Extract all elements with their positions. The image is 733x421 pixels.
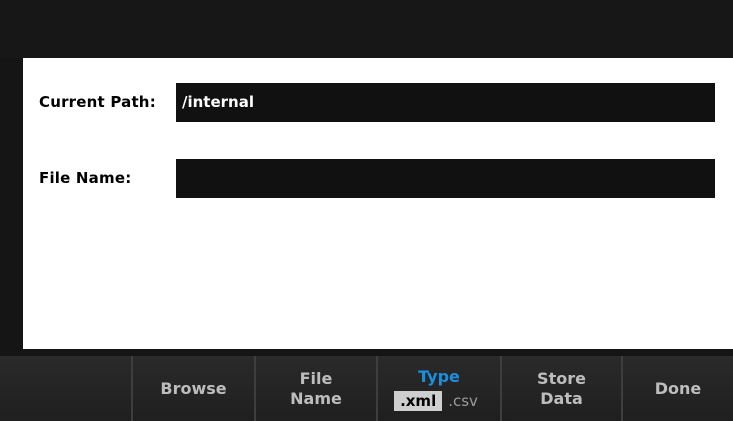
file-name-button-line1: File [299, 368, 333, 388]
browse-button[interactable]: Browse [131, 356, 254, 421]
file-name-label: File Name: [39, 169, 132, 187]
type-button[interactable]: Type .xml .csv [376, 356, 500, 421]
store-data-line1: Store [537, 368, 586, 388]
store-panel: Current Path: /internal File Name: [23, 58, 733, 349]
file-name-button-line2: Name [290, 388, 342, 408]
top-bar [0, 0, 733, 58]
current-path-field[interactable]: /internal [176, 83, 715, 122]
type-options: .xml .csv [394, 390, 484, 411]
file-name-button[interactable]: File Name [254, 356, 376, 421]
type-option-csv[interactable]: .csv [442, 391, 484, 411]
current-path-label: Current Path: [39, 93, 156, 111]
store-data-button[interactable]: Store Data [500, 356, 621, 421]
file-name-row: File Name: [23, 159, 733, 198]
softkey-empty[interactable] [0, 356, 131, 421]
softkey-bar: Browse File Name Type .xml .csv Store Da… [0, 356, 733, 421]
browse-label: Browse [160, 378, 227, 398]
file-name-input[interactable] [176, 159, 715, 198]
type-option-xml[interactable]: .xml [394, 390, 443, 411]
done-button[interactable]: Done [621, 356, 733, 421]
type-title: Type [418, 366, 460, 386]
store-data-line2: Data [540, 388, 583, 408]
current-path-row: Current Path: /internal [23, 83, 733, 122]
done-label: Done [654, 378, 702, 398]
